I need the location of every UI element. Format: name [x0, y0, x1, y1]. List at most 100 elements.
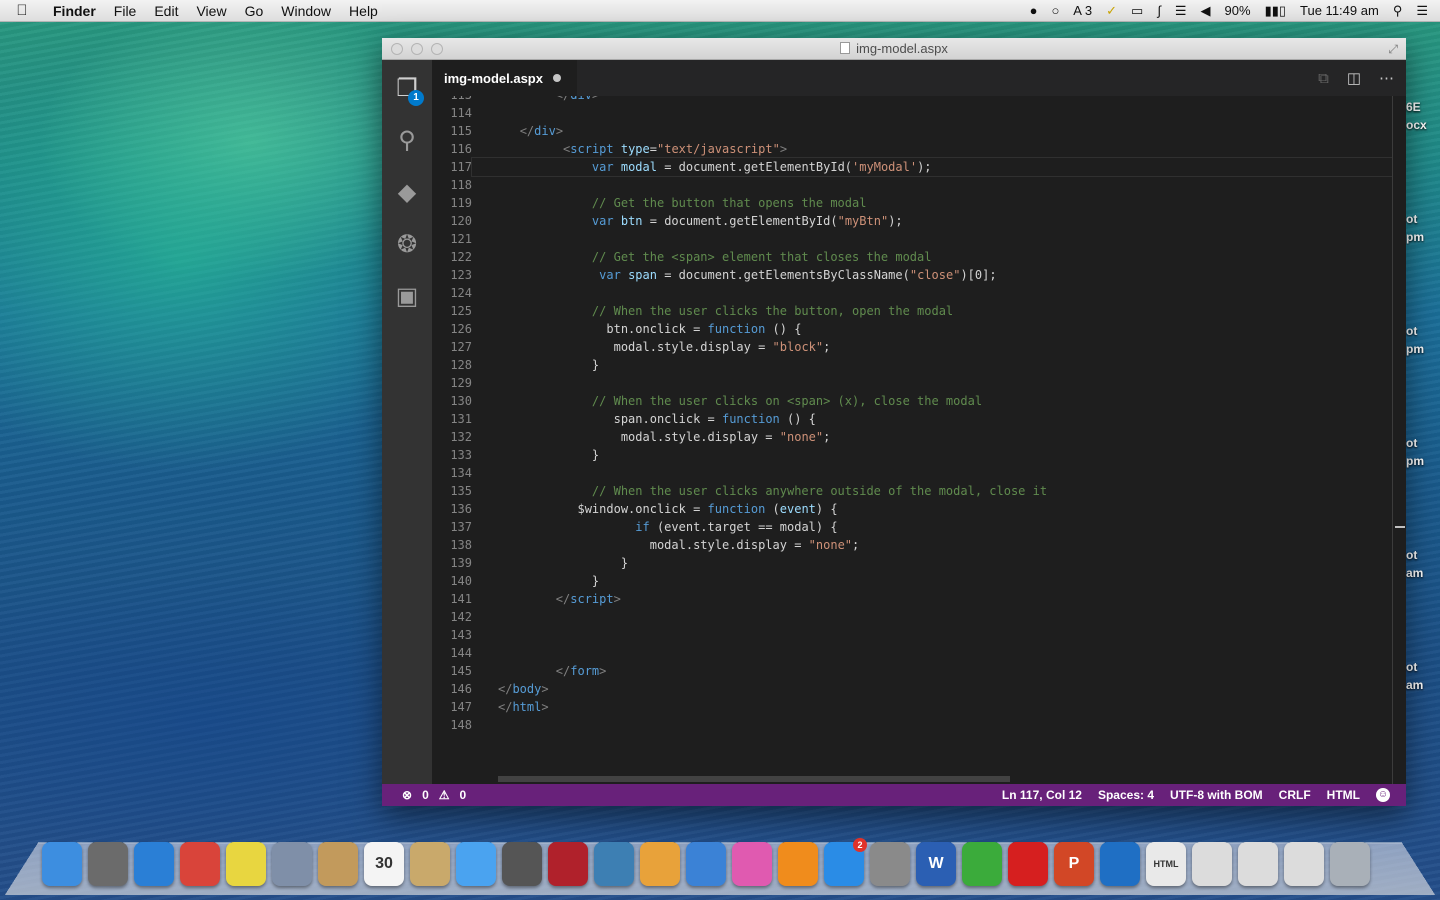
extensions-icon[interactable]: ▣ [390, 280, 424, 314]
fullscreen-icon[interactable]: ⤢ [1388, 42, 1398, 57]
cloud-icon[interactable]: ○ [1051, 3, 1059, 18]
messages-icon[interactable] [456, 842, 496, 886]
code-line[interactable]: 145 </form> [432, 662, 1392, 680]
line-ending[interactable]: CRLF [1279, 788, 1311, 802]
notes-icon[interactable] [410, 842, 450, 886]
stickies-icon[interactable] [226, 842, 266, 886]
code-line[interactable]: 124 [432, 284, 1392, 302]
code-line[interactable]: 116 <script type="text/javascript"> [432, 140, 1392, 158]
code-line[interactable]: 122 // Get the <span> element that close… [432, 248, 1392, 266]
word-icon[interactable]: W [916, 842, 956, 886]
evernote-icon[interactable]: ● [1030, 3, 1038, 18]
code-line[interactable]: 127 modal.style.display = "block"; [432, 338, 1392, 356]
code-line[interactable]: 141 </script> [432, 590, 1392, 608]
code-line[interactable]: 123 var span = document.getElementsByCla… [432, 266, 1392, 284]
code-line[interactable]: 120 var btn = document.getElementById("m… [432, 212, 1392, 230]
facetime-icon[interactable] [502, 842, 542, 886]
code-line[interactable]: 119 // Get the button that opens the mod… [432, 194, 1392, 212]
code-line[interactable]: 146 </body> [432, 680, 1392, 698]
indentation[interactable]: Spaces: 4 [1098, 788, 1154, 802]
battery-icon[interactable]: ▮▮▯ [1265, 3, 1286, 19]
code-editor[interactable]: 113 </div>114115 </div>116 <script type=… [432, 96, 1392, 784]
safari-icon[interactable] [134, 842, 174, 886]
debug-icon[interactable]: ❂ [390, 228, 424, 262]
clock[interactable]: Tue 11:49 am [1300, 3, 1379, 18]
code-line[interactable]: 130 // When the user clicks on <span> (x… [432, 392, 1392, 410]
vscode-icon[interactable] [1100, 842, 1140, 886]
menu-help[interactable]: Help [340, 3, 387, 19]
calendar-icon[interactable]: 30 [364, 842, 404, 886]
code-line[interactable]: 144 [432, 644, 1392, 662]
code-line[interactable]: 142 [432, 608, 1392, 626]
stack-icon-3[interactable] [1284, 842, 1324, 886]
code-line[interactable]: 125 // When the user clicks the button, … [432, 302, 1392, 320]
problems-indicator[interactable]: ⊗ 0 ⚠ 0 [402, 788, 466, 802]
menu-go[interactable]: Go [236, 3, 273, 19]
code-line[interactable]: 113 </div> [432, 96, 1392, 104]
code-line[interactable]: 148 [432, 716, 1392, 734]
code-line[interactable]: 117 var modal = document.getElementById(… [432, 157, 1392, 177]
unsaved-dot-icon[interactable] [552, 74, 561, 82]
code-line[interactable]: 138 modal.style.display = "none"; [432, 536, 1392, 554]
window-titlebar[interactable]: img-model.aspx ⤢ [382, 38, 1406, 60]
menu-view[interactable]: View [187, 3, 235, 19]
open-changes-icon[interactable]: ⧉ [1318, 70, 1329, 87]
git-icon[interactable]: ◆ [390, 176, 424, 210]
bluetooth-icon[interactable]: ∫ [1157, 3, 1161, 18]
adobe-icon[interactable]: A 3 [1073, 3, 1092, 18]
evernote-icon[interactable] [962, 842, 1002, 886]
keynote-icon[interactable] [686, 842, 726, 886]
app-store-icon[interactable]: 2 [824, 838, 867, 886]
wifi-icon[interactable]: ☰ [1175, 3, 1187, 19]
language-mode[interactable]: HTML [1327, 788, 1360, 802]
encoding[interactable]: UTF-8 with BOM [1170, 788, 1263, 802]
code-line[interactable]: 137 if (event.target == modal) { [432, 518, 1392, 536]
trash-icon[interactable] [1330, 842, 1370, 886]
photo-booth-icon[interactable] [548, 842, 588, 886]
code-line[interactable]: 121 [432, 230, 1392, 248]
code-line[interactable]: 133 } [432, 446, 1392, 464]
code-line[interactable]: 143 [432, 626, 1392, 644]
cursor-position[interactable]: Ln 117, Col 12 [1002, 788, 1082, 802]
code-line[interactable]: 126 btn.onclick = function () { [432, 320, 1392, 338]
itunes-icon[interactable] [732, 842, 772, 886]
tab-img-model[interactable]: img-model.aspx [432, 60, 577, 96]
code-line[interactable]: 131 span.onclick = function () { [432, 410, 1392, 428]
powerpoint-icon[interactable]: P [1054, 842, 1094, 886]
airplay-icon[interactable]: ▭ [1131, 3, 1143, 19]
code-line[interactable]: 118 [432, 176, 1392, 194]
spotlight-search-icon[interactable]: ⚲ [1393, 3, 1403, 19]
launchpad-icon[interactable] [88, 842, 128, 886]
split-editor-icon[interactable]: ◫ [1347, 69, 1361, 87]
pages-icon[interactable] [640, 842, 680, 886]
chrome-icon[interactable] [180, 842, 220, 886]
menu-window[interactable]: Window [272, 3, 340, 19]
volume-icon[interactable]: ◀ [1201, 3, 1211, 19]
system-preferences-icon[interactable] [870, 842, 910, 886]
code-line[interactable]: 134 [432, 464, 1392, 482]
check-icon[interactable]: ✓ [1106, 3, 1117, 19]
code-line[interactable]: 139 } [432, 554, 1392, 572]
explorer-icon[interactable]: ❐ 1 [390, 72, 424, 106]
contacts-icon[interactable] [318, 842, 358, 886]
code-line[interactable]: 135 // When the user clicks anywhere out… [432, 482, 1392, 500]
preview-icon[interactable] [272, 842, 312, 886]
code-line[interactable]: 132 modal.style.display = "none"; [432, 428, 1392, 446]
search-icon[interactable]: ⚲ [390, 124, 424, 158]
vertical-scrollbar[interactable] [1392, 96, 1406, 784]
html-document-icon[interactable]: HTML [1146, 842, 1186, 886]
apple-menu-icon[interactable]:  [0, 2, 44, 19]
feedback-smiley-icon[interactable]: ☺ [1376, 788, 1390, 802]
more-actions-icon[interactable]: ⋯ [1379, 69, 1394, 87]
acrobat-icon[interactable] [1008, 842, 1048, 886]
notification-center-icon[interactable]: ☰ [1416, 3, 1428, 19]
menu-edit[interactable]: Edit [145, 3, 187, 19]
code-line[interactable]: 147 </html> [432, 698, 1392, 716]
horizontal-scrollbar[interactable] [498, 776, 1010, 782]
code-line[interactable]: 129 [432, 374, 1392, 392]
menu-file[interactable]: File [105, 3, 146, 19]
iphoto-icon[interactable] [594, 842, 634, 886]
finder-icon[interactable] [42, 842, 82, 886]
code-line[interactable]: 128 } [432, 356, 1392, 374]
code-line[interactable]: 114 [432, 104, 1392, 122]
